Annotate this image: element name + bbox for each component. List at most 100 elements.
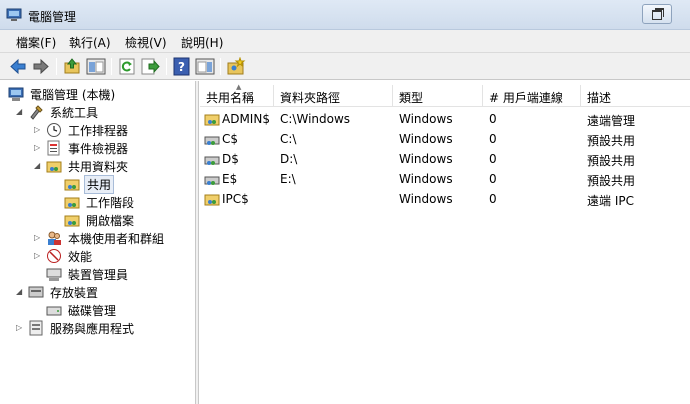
tree-label: 共用 <box>84 175 115 194</box>
column-client-connections[interactable]: # 用戶端連線 <box>489 89 563 106</box>
tree-label: 系統工具 <box>50 106 99 120</box>
column-divider <box>580 85 581 107</box>
client-count: 0 <box>489 192 497 206</box>
services-icon <box>29 320 43 336</box>
folder-path: C:\Windows <box>280 112 351 126</box>
toolbar-separator <box>111 58 112 75</box>
show-hide-action-icon[interactable] <box>195 57 215 76</box>
export-icon[interactable] <box>140 57 160 76</box>
share-type: Windows <box>399 172 453 186</box>
tree-label: 開啟檔案 <box>86 214 135 228</box>
chevron-right-icon[interactable]: ▷ <box>34 124 44 136</box>
tools-icon <box>30 105 43 120</box>
column-description[interactable]: 描述 <box>587 89 611 106</box>
share-type: Windows <box>399 112 453 126</box>
tree-label: 磁碟管理 <box>68 304 117 318</box>
chevron-right-icon[interactable]: ▷ <box>16 322 26 334</box>
share-description: 預設共用 <box>587 174 636 188</box>
shared-folder-icon <box>46 161 62 173</box>
chevron-right-icon[interactable]: ▷ <box>34 142 44 154</box>
device-manager-icon <box>46 268 62 281</box>
table-row[interactable]: E$ E:\ Windows 0 預設共用 <box>200 169 690 189</box>
share-folder-icon <box>204 194 220 206</box>
restore-button[interactable] <box>642 4 672 24</box>
refresh-icon[interactable] <box>117 57 137 76</box>
computer-icon <box>8 87 24 101</box>
column-divider <box>392 85 393 107</box>
chevron-right-icon[interactable]: ▷ <box>34 250 44 262</box>
table-row[interactable]: D$ D:\ Windows 0 預設共用 <box>200 149 690 169</box>
tree-label: 工作排程器 <box>68 124 129 138</box>
column-type[interactable]: 類型 <box>399 89 423 106</box>
tree-label: 本機使用者和群組 <box>68 232 165 246</box>
share-name: D$ <box>222 152 239 166</box>
tree-label: 電腦管理 (本機) <box>30 88 116 102</box>
folder-path: E:\ <box>280 172 296 186</box>
share-drive-icon <box>204 176 220 185</box>
client-count: 0 <box>489 112 497 126</box>
list-header: 共用名稱 ▲ 資料夾路徑 類型 # 用戶端連線 描述 <box>200 83 690 107</box>
new-share-icon[interactable] <box>226 57 246 76</box>
pane-splitter[interactable] <box>196 81 199 404</box>
shares-list: 共用名稱 ▲ 資料夾路徑 類型 # 用戶端連線 描述 ADMIN$ C:\Win… <box>200 81 690 404</box>
tree-label: 共用資料夾 <box>68 160 129 174</box>
share-name: IPC$ <box>222 192 249 206</box>
disk-icon <box>46 306 62 316</box>
svg-text:?: ? <box>178 60 185 74</box>
up-icon[interactable] <box>62 57 82 76</box>
help-icon[interactable]: ? <box>172 57 192 76</box>
folder-path: C:\ <box>280 132 297 146</box>
menu-view[interactable]: 檢視(V) <box>125 34 167 51</box>
client-count: 0 <box>489 152 497 166</box>
column-divider <box>482 85 483 107</box>
table-row[interactable]: IPC$ Windows 0 遠端 IPC <box>200 189 690 209</box>
menu-file[interactable]: 檔案(F) <box>16 34 56 51</box>
forward-icon[interactable] <box>31 57 51 76</box>
share-name: ADMIN$ <box>222 112 270 126</box>
share-type: Windows <box>399 192 453 206</box>
toolbar-separator <box>220 58 221 75</box>
share-type: Windows <box>399 132 453 146</box>
sort-ascending-icon: ▲ <box>236 83 242 91</box>
tree-label: 效能 <box>68 250 93 264</box>
client-count: 0 <box>489 132 497 146</box>
share-description: 遠端 IPC <box>587 194 634 208</box>
chevron-down-icon[interactable]: ◢ <box>16 106 26 118</box>
tree-label: 工作階段 <box>86 196 135 210</box>
title-bar: 電腦管理 <box>0 0 690 30</box>
toolbar-separator <box>56 58 57 75</box>
tree-label: 服務與應用程式 <box>50 322 135 336</box>
share-folder-icon <box>204 114 220 126</box>
chevron-down-icon[interactable]: ◢ <box>34 160 44 172</box>
computer-management-icon <box>6 8 22 21</box>
menu-action[interactable]: 執行(A) <box>69 34 111 51</box>
users-icon <box>48 231 61 245</box>
storage-icon <box>28 286 44 298</box>
toolbar: ? <box>0 53 690 80</box>
share-description: 預設共用 <box>587 134 636 148</box>
menu-help[interactable]: 說明(H) <box>181 34 223 51</box>
window-title: 電腦管理 <box>28 10 77 24</box>
table-row[interactable]: C$ C:\ Windows 0 預設共用 <box>200 129 690 149</box>
column-divider <box>273 85 274 107</box>
tree-label: 裝置管理員 <box>68 268 129 282</box>
column-share-name[interactable]: 共用名稱 <box>206 89 254 106</box>
clock-icon <box>47 123 61 137</box>
column-folder-path[interactable]: 資料夾路徑 <box>280 89 340 106</box>
chevron-right-icon[interactable]: ▷ <box>34 232 44 244</box>
share-name: C$ <box>222 132 239 146</box>
share-description: 預設共用 <box>587 154 636 168</box>
menu-bar: 檔案(F) 執行(A) 檢視(V) 說明(H) <box>0 30 690 53</box>
console-tree: 電腦管理 (本機) ◢ 系統工具 ▷ 工作排程器 ▷ 事件檢視器 ◢ 共用資料夾 <box>0 81 196 404</box>
tree-label: 事件檢視器 <box>68 142 129 156</box>
table-row[interactable]: ADMIN$ C:\Windows Windows 0 遠端管理 <box>200 109 690 129</box>
shared-folder-icon <box>64 179 80 191</box>
show-hide-tree-icon[interactable] <box>86 57 106 76</box>
chevron-down-icon[interactable]: ◢ <box>16 286 26 298</box>
share-description: 遠端管理 <box>587 114 636 128</box>
toolbar-separator <box>166 58 167 75</box>
back-icon[interactable] <box>8 57 28 76</box>
share-name: E$ <box>222 172 238 186</box>
shared-folder-icon <box>64 215 80 227</box>
shared-folder-icon <box>64 197 80 209</box>
